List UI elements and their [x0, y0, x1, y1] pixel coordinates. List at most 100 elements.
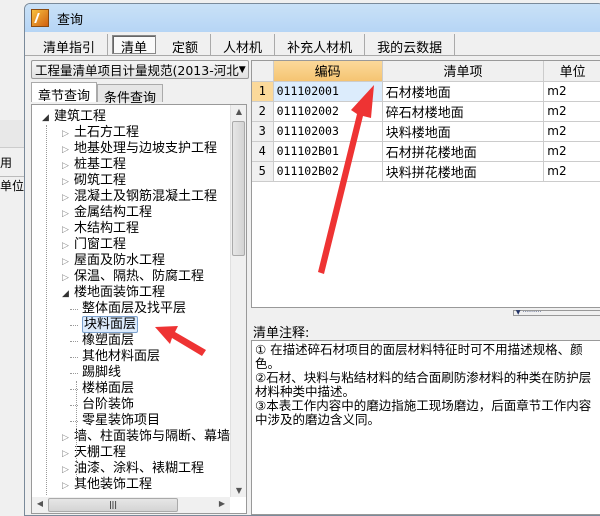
tree-node[interactable]: ▷ 金属结构工程: [62, 205, 152, 221]
tree-node[interactable]: ▷ 墙、柱面装饰与隔断、幕墙: [62, 429, 230, 445]
table-row[interactable]: 3 011102003 块料楼地面 m2: [252, 121, 600, 142]
tree-node[interactable]: ▷ 门窗工程: [62, 237, 126, 253]
cell-code[interactable]: 011102002: [273, 101, 383, 122]
expand-icon[interactable]: ▷: [62, 142, 74, 158]
tab-2[interactable]: 定额: [160, 34, 212, 56]
expand-icon[interactable]: ▷: [62, 462, 74, 478]
cell-no[interactable]: 4: [252, 141, 274, 162]
tree-node-label: 混凝土及钢筋混凝土工程: [74, 189, 218, 204]
tree-node[interactable]: ▷ 桩基工程: [62, 157, 126, 173]
cell-name[interactable]: 石材楼地面: [382, 81, 545, 102]
expand-icon[interactable]: ▷: [62, 430, 74, 446]
tab-condition-query[interactable]: 条件查询: [97, 84, 164, 106]
expand-icon[interactable]: ▷: [62, 158, 74, 174]
tree-node[interactable]: ▷ 砌筑工程: [62, 173, 126, 189]
tree-node[interactable]: ◢ 楼地面装饰工程: [62, 285, 165, 301]
tab-5[interactable]: 我的云数据: [365, 34, 456, 56]
expand-icon[interactable]: ▷: [62, 190, 74, 206]
tree-node-label: 墙、柱面装饰与隔断、幕墙: [74, 429, 231, 444]
cell-unit[interactable]: m2: [543, 101, 600, 122]
column-header-unit[interactable]: 单位: [543, 61, 600, 82]
cell-code[interactable]: 011102B02: [273, 161, 383, 182]
scroll-thumb[interactable]: |||: [48, 498, 178, 512]
tree-node[interactable]: ▷ 混凝土及钢筋混凝土工程: [62, 189, 217, 205]
table-row[interactable]: 4 011102B01 石材拼花楼地面 m2: [252, 141, 600, 162]
tree-node-label: 地基处理与边坡支护工程: [74, 141, 218, 156]
tree-node[interactable]: 台阶装饰: [70, 397, 134, 413]
app-logo-icon: [31, 9, 49, 27]
spec-select[interactable]: 工程量清单项目计量规范(2013-河北 ▼: [31, 60, 249, 79]
tree-connector: [76, 381, 77, 481]
expand-icon[interactable]: ▷: [62, 174, 74, 190]
cell-name[interactable]: 石材拼花楼地面: [382, 141, 545, 162]
expand-icon[interactable]: ▷: [62, 238, 74, 254]
expand-icon[interactable]: ▷: [62, 270, 74, 286]
tree-node[interactable]: ▷ 屋面及防水工程: [62, 253, 165, 269]
tab-3[interactable]: 人材机: [211, 34, 276, 56]
tree-node[interactable]: ▷ 天棚工程: [62, 445, 126, 461]
tree-node[interactable]: ▷ 保温、隔热、防腐工程: [62, 269, 204, 285]
column-header-code[interactable]: 编码: [273, 61, 383, 82]
tab-1[interactable]: 清单: [112, 35, 157, 56]
tree-node[interactable]: ◢ 建筑工程: [42, 109, 106, 125]
cell-code[interactable]: 011102001: [273, 81, 383, 102]
expand-icon[interactable]: ▷: [62, 254, 74, 270]
tree-node[interactable]: 块料面层: [70, 316, 139, 333]
tree-vertical-scrollbar[interactable]: ▲ ▼: [230, 105, 246, 497]
panel-splitter[interactable]: ▼ ··········: [251, 308, 600, 318]
tree-node[interactable]: 楼梯面层: [70, 381, 134, 397]
expand-icon[interactable]: ▷: [62, 126, 74, 142]
chevron-down-icon[interactable]: ▼: [239, 65, 246, 75]
cell-name[interactable]: 碎石材楼地面: [382, 101, 545, 122]
tree-node[interactable]: ▷ 木结构工程: [62, 221, 139, 237]
splitter-handle[interactable]: ▼ ··········: [513, 310, 600, 316]
collapse-icon[interactable]: ◢: [62, 286, 74, 302]
expand-icon[interactable]: ▷: [62, 206, 74, 222]
tree-node-label: 桩基工程: [74, 157, 127, 172]
scroll-thumb[interactable]: [232, 121, 245, 256]
tree-node-label: 金属结构工程: [74, 205, 153, 220]
tree-connector: [70, 309, 78, 310]
cell-code[interactable]: 011102003: [273, 121, 383, 142]
tree-node[interactable]: ▷ 油漆、涂料、裱糊工程: [62, 461, 204, 477]
table-row[interactable]: 1 011102001 石材楼地面 m2: [252, 81, 600, 102]
cell-unit[interactable]: m2: [543, 141, 600, 162]
scroll-up-icon[interactable]: ▲: [231, 107, 246, 116]
cell-unit[interactable]: m2: [543, 81, 600, 102]
table-row[interactable]: 2 011102002 碎石材楼地面 m2: [252, 101, 600, 122]
cell-unit[interactable]: m2: [543, 161, 600, 182]
column-header-item[interactable]: 清单项: [382, 61, 545, 82]
cell-code[interactable]: 011102B01: [273, 141, 383, 162]
tab-0[interactable]: 清单指引: [31, 34, 109, 56]
tree-node[interactable]: 橡塑面层: [70, 333, 134, 349]
tab-4[interactable]: 补充人材机: [275, 34, 366, 56]
scroll-right-icon[interactable]: ▶: [214, 499, 230, 508]
scroll-down-icon[interactable]: ▼: [231, 486, 246, 495]
tree-node[interactable]: 整体面层及找平层: [70, 301, 186, 317]
cell-no[interactable]: 1: [252, 81, 274, 102]
tree-node-label: 屋面及防水工程: [74, 253, 166, 268]
notes-text: ① 在描述碎石材项目的面层材料特征时可不用描述规格、颜色。 ②石材、块料与粘结材料…: [251, 340, 600, 515]
tree-node[interactable]: 其他材料面层: [70, 349, 160, 365]
tab-chapter-query[interactable]: 章节查询: [31, 82, 98, 104]
row-number-header: [252, 61, 274, 82]
tree-node[interactable]: 踢脚线: [70, 365, 121, 381]
cell-unit[interactable]: m2: [543, 121, 600, 142]
cell-no[interactable]: 3: [252, 121, 274, 142]
scroll-left-icon[interactable]: ◀: [32, 499, 48, 508]
tree-node[interactable]: 零星装饰项目: [70, 413, 160, 429]
table-row[interactable]: 5 011102B02 块料拼花楼地面 m2: [252, 161, 600, 182]
tree-node-label: 建筑工程: [54, 109, 107, 124]
collapse-icon[interactable]: ◢: [42, 110, 54, 126]
tree-node-label: 油漆、涂料、裱糊工程: [74, 461, 205, 476]
cell-name[interactable]: 块料楼地面: [382, 121, 545, 142]
tree-node[interactable]: ▷ 土石方工程: [62, 125, 139, 141]
cell-name[interactable]: 块料拼花楼地面: [382, 161, 545, 182]
cell-no[interactable]: 5: [252, 161, 274, 182]
expand-icon[interactable]: ▷: [62, 446, 74, 462]
tree-horizontal-scrollbar[interactable]: ◀ ||| ▶: [32, 497, 230, 513]
expand-icon[interactable]: ▷: [62, 478, 74, 494]
cell-no[interactable]: 2: [252, 101, 274, 122]
expand-icon[interactable]: ▷: [62, 222, 74, 238]
tree-node[interactable]: ▷ 地基处理与边坡支护工程: [62, 141, 217, 157]
